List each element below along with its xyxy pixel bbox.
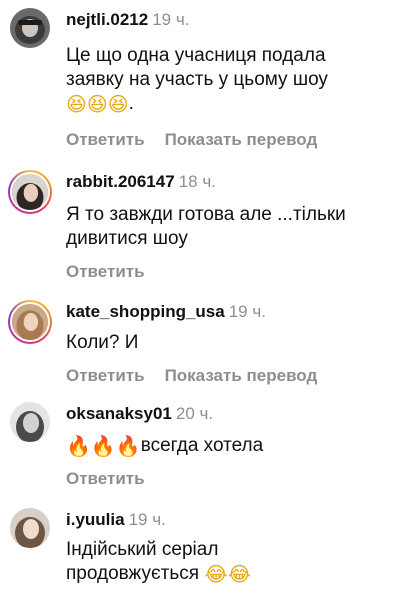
avatar[interactable]: [8, 300, 52, 344]
comment-text-line: дивитися шоу: [66, 228, 188, 249]
comment-text-line: продовжується: [66, 563, 200, 584]
comment-text: 🔥🔥🔥всегда хотела: [66, 434, 405, 458]
comment-header: nejtli.0212 19 ч.: [66, 10, 189, 30]
avatar[interactable]: [10, 508, 50, 548]
comment-header: i.yuulia 19 ч.: [66, 510, 166, 530]
tears-of-joy-emoji: 😂: [227, 562, 252, 586]
fire-emoji: 🔥: [115, 434, 141, 458]
comment-text-line: всегда хотела: [140, 435, 264, 456]
comment-actions: Ответить Показать перевод: [66, 366, 337, 386]
rofl-emoji: 😆: [86, 92, 108, 116]
timestamp: 18 ч.: [178, 172, 216, 191]
timestamp: 20 ч.: [175, 404, 214, 423]
comment-text: Індійський серіал продовжується 😂😂: [66, 538, 405, 586]
comment-header: oksanaksy01 20 ч.: [66, 404, 213, 424]
comment-text: Це що одна учасниця подала заявку на уча…: [66, 44, 405, 116]
reply-button[interactable]: Ответить: [66, 469, 145, 488]
comment-text-line: Індійський серіал: [66, 539, 219, 560]
comment-actions: Ответить: [66, 469, 165, 489]
fire-emoji: 🔥: [90, 434, 116, 458]
username[interactable]: rabbit.206147: [66, 172, 175, 191]
avatar-photo: [10, 508, 50, 548]
username[interactable]: oksanaksy01: [66, 404, 172, 423]
reply-button[interactable]: Ответить: [66, 366, 145, 385]
rofl-emoji: 😆: [107, 92, 129, 116]
comment-text-line: Це що одна учасниця подала: [66, 45, 326, 66]
comment-actions: Ответить: [66, 262, 165, 282]
avatar-image: [10, 172, 50, 212]
comment-text-line: заявку на участь у цьому шоу: [66, 69, 328, 90]
comment-text-suffix: .: [128, 93, 134, 114]
avatar-photo: [10, 8, 50, 48]
emoji-line: 😆😆😆.: [66, 92, 405, 116]
reply-button[interactable]: Ответить: [66, 130, 145, 149]
comment-text: Я то завжди готова але ...тільки дивитис…: [66, 203, 405, 251]
avatar[interactable]: [10, 402, 50, 442]
avatar[interactable]: [10, 8, 50, 48]
comment-text-line: Я то завжди готова але ...тільки: [66, 204, 346, 225]
username[interactable]: nejtli.0212: [66, 10, 148, 29]
comment-actions: Ответить Показать перевод: [66, 130, 337, 150]
timestamp: 19 ч.: [152, 10, 190, 29]
show-translation-button[interactable]: Показать перевод: [165, 366, 318, 385]
tears-of-joy-emoji: 😂: [204, 562, 228, 586]
avatar[interactable]: [8, 170, 52, 214]
timestamp: 19 ч.: [228, 302, 266, 321]
username[interactable]: kate_shopping_usa: [66, 302, 225, 321]
comment-text: Коли? И: [66, 331, 405, 355]
avatar-photo: [12, 174, 48, 210]
timestamp: 19 ч.: [128, 510, 166, 529]
fire-emoji: 🔥: [66, 434, 91, 458]
show-translation-button[interactable]: Показать перевод: [165, 130, 318, 149]
avatar-image: [10, 302, 50, 342]
emoji-line: продовжується 😂😂: [66, 562, 405, 586]
rofl-emoji: 😆: [66, 92, 87, 116]
username[interactable]: i.yuulia: [66, 510, 125, 529]
avatar-photo: [12, 304, 48, 340]
reply-button[interactable]: Ответить: [66, 262, 145, 281]
comment-header: kate_shopping_usa 19 ч.: [66, 302, 266, 322]
comment-header: rabbit.206147 18 ч.: [66, 172, 216, 192]
comment-text-line: Коли? И: [66, 332, 139, 353]
avatar-photo: [10, 402, 50, 442]
